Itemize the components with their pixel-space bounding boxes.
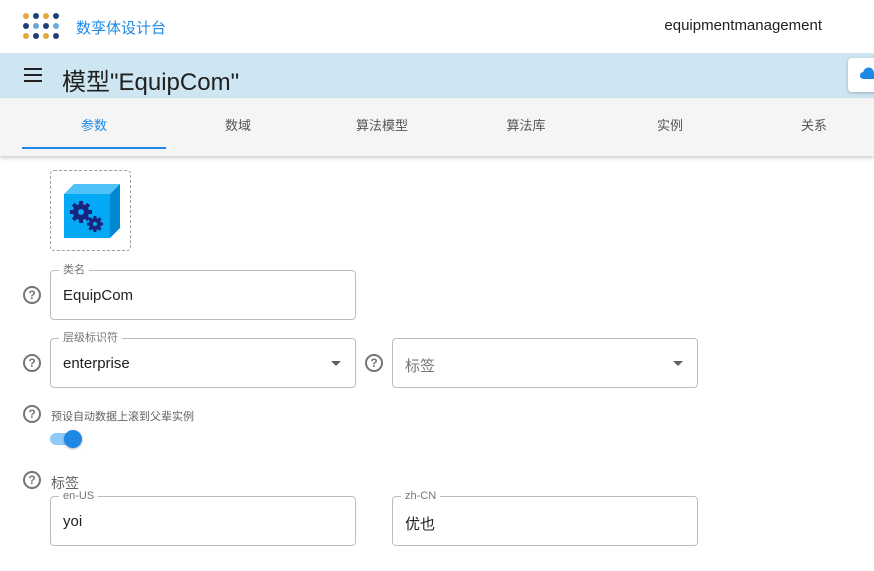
caret-down-icon [331,361,341,366]
class-name-value: EquipCom [63,287,134,304]
class-name-field[interactable]: 类名 EquipCom [50,264,356,320]
cloud-upload-button[interactable] [848,58,874,92]
gear-cube-icon [64,184,120,238]
tab-algorithm-models[interactable]: 算法模型 [310,98,454,148]
hierarchy-legend: 层级标识符 [59,332,122,344]
help-circle-icon[interactable]: ? [23,471,41,489]
help-circle-icon[interactable]: ? [365,354,383,372]
hamburger-icon[interactable] [24,68,42,82]
tag-en-us-legend: en-US [59,490,99,502]
help-circle-icon[interactable]: ? [23,405,41,423]
tag-en-us-field[interactable]: en-US yoi [50,490,356,546]
top-bar: 数孪体设计台 equipmentmanagement [0,0,874,53]
tag-en-us-value: yoi [63,513,83,530]
tags-select[interactable]: 标签 [392,338,698,388]
auto-rollup-toggle[interactable] [50,430,84,448]
tab-params[interactable]: 参数 [22,98,166,148]
tag-zh-cn-value: 优也 [405,516,436,533]
tab-instances[interactable]: 实例 [598,98,742,148]
auto-rollup-label: 预设自动数据上滚到父辈实例 [51,411,194,423]
help-circle-icon[interactable]: ? [23,286,41,304]
cloud-upload-icon [860,67,874,79]
brand-name[interactable]: 数孪体设计台 [76,17,166,38]
hierarchy-value: enterprise [63,355,130,372]
class-name-legend: 类名 [59,264,89,276]
switch-thumb [64,430,82,448]
user-name[interactable]: equipmentmanagement [664,17,822,34]
model-image-upload[interactable] [50,170,131,251]
caret-down-icon [673,361,683,366]
page-title: 模型"EquipCom" [62,69,240,96]
title-bar: 模型"EquipCom" [0,53,874,98]
tab-domains[interactable]: 数域 [166,98,310,148]
logo-icon [23,13,59,39]
help-circle-icon[interactable]: ? [23,354,41,372]
tab-algorithm-library[interactable]: 算法库 [454,98,598,148]
tab-relations[interactable]: 关系 [742,98,874,148]
active-tab-indicator [22,147,166,149]
tag-zh-cn-legend: zh-CN [401,490,441,502]
hierarchy-select[interactable]: 层级标识符 enterprise [50,332,356,388]
tag-zh-cn-field[interactable]: zh-CN 优也 [392,490,698,546]
tags-select-placeholder: 标签 [405,358,436,375]
tab-bar: 参数 数域 算法模型 算法库 实例 关系 [0,98,874,156]
